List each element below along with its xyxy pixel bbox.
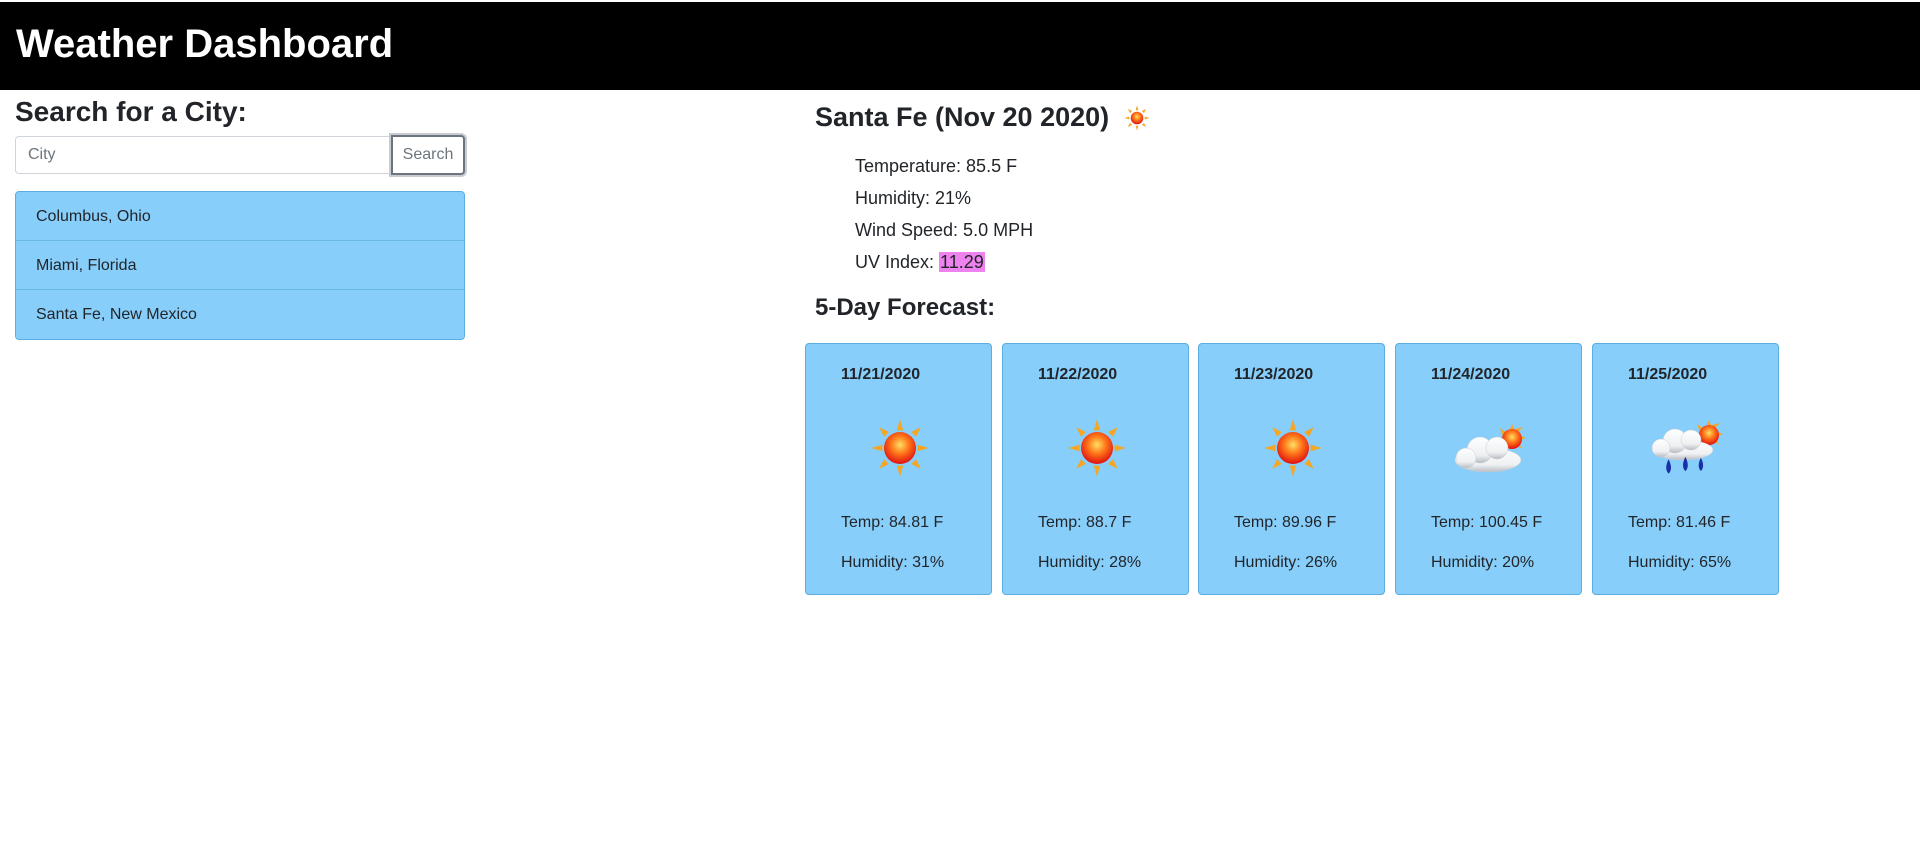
app-header: Weather Dashboard — [0, 2, 1920, 90]
sun-icon — [1123, 104, 1151, 132]
sun-icon — [860, 416, 940, 480]
sun-icon — [1253, 416, 1333, 480]
forecast-temp: Temp: 100.45 F — [1431, 514, 1543, 531]
history-item-santa-fe[interactable]: Santa Fe, New Mexico — [16, 290, 464, 339]
partly-cloudy-icon — [1450, 416, 1530, 480]
forecast-date: 11/21/2020 — [841, 366, 921, 383]
forecast-humidity: Humidity: 26% — [1234, 554, 1338, 571]
uv-index-value: 11.29 — [939, 252, 985, 272]
current-city-date: Santa Fe (Nov 20 2020) — [815, 102, 1110, 132]
rain-sun-icon — [1647, 416, 1727, 480]
app-title: Weather Dashboard — [16, 22, 394, 66]
current-weather-title: Santa Fe (Nov 20 2020) — [815, 102, 1151, 133]
search-button[interactable]: Search — [391, 135, 465, 175]
forecast-humidity: Humidity: 28% — [1038, 554, 1142, 571]
search-history-list: Columbus, Ohio Miami, Florida Santa Fe, … — [15, 191, 465, 340]
current-temperature: Temperature: 85.5 F — [855, 156, 1018, 176]
city-search-input[interactable] — [15, 136, 392, 174]
forecast-temp: Temp: 81.46 F — [1628, 514, 1731, 531]
forecast-temp: Temp: 84.81 F — [841, 514, 944, 531]
forecast-humidity: Humidity: 65% — [1628, 554, 1732, 571]
search-heading: Search for a City: — [15, 96, 247, 127]
forecast-temp: Temp: 89.96 F — [1234, 514, 1337, 531]
current-uv-index: UV Index: 11.29 — [855, 252, 985, 273]
current-wind-speed: Wind Speed: 5.0 MPH — [855, 220, 1034, 240]
forecast-card: 11/22/2020 Temp: 88.7 F Humidity: 28% — [1002, 343, 1189, 595]
history-item-miami[interactable]: Miami, Florida — [16, 241, 464, 290]
forecast-card: 11/21/2020 Temp: 84.81 F Humidity: 31% — [805, 343, 992, 595]
forecast-humidity: Humidity: 20% — [1431, 554, 1535, 571]
forecast-date: 11/22/2020 — [1038, 366, 1118, 383]
forecast-card: 11/23/2020 Temp: 89.96 F Humidity: 26% — [1198, 343, 1385, 595]
forecast-date: 11/24/2020 — [1431, 366, 1511, 383]
forecast-heading: 5-Day Forecast: — [815, 294, 996, 321]
sun-icon — [1057, 416, 1137, 480]
forecast-humidity: Humidity: 31% — [841, 554, 945, 571]
forecast-date: 11/23/2020 — [1234, 366, 1314, 383]
forecast-temp: Temp: 88.7 F — [1038, 514, 1132, 531]
uv-index-label: UV Index: — [855, 252, 940, 272]
forecast-card: 11/24/2020 Temp: 100.45 F Humidity: 20% — [1395, 343, 1582, 595]
forecast-date: 11/25/2020 — [1628, 366, 1708, 383]
current-humidity: Humidity: 21% — [855, 188, 972, 208]
history-item-columbus[interactable]: Columbus, Ohio — [16, 192, 464, 241]
forecast-card: 11/25/2020 Temp: 81.46 F Humidity: 65% — [1592, 343, 1779, 595]
